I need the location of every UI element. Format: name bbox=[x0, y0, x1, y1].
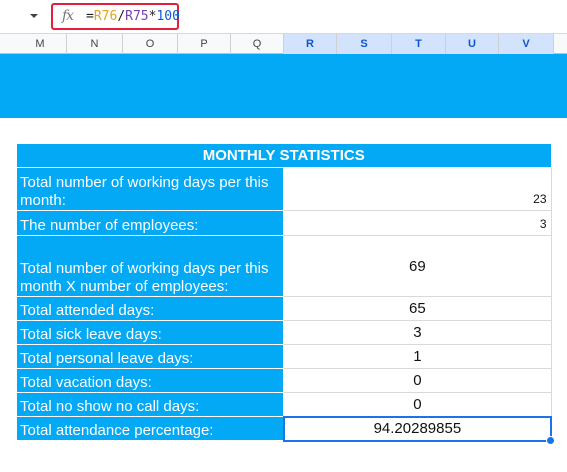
column-header-q[interactable]: Q bbox=[231, 34, 284, 54]
formula-input[interactable]: fx =R76/R75*100 bbox=[51, 3, 180, 30]
row-label-no-show[interactable]: Total no show no call days: bbox=[15, 392, 285, 417]
formula-number: 100 bbox=[156, 9, 180, 24]
formula-ref-r75: R75 bbox=[125, 9, 149, 24]
row-value-employees[interactable]: 3 bbox=[283, 210, 552, 236]
fill-handle[interactable] bbox=[546, 435, 555, 445]
column-header-o[interactable]: O bbox=[123, 34, 178, 54]
row-value-personal-leave[interactable]: 1 bbox=[283, 344, 552, 369]
header-banner[interactable] bbox=[0, 54, 567, 118]
row-value-attended-days[interactable]: 65 bbox=[283, 296, 552, 321]
row-label-vacation[interactable]: Total vacation days: bbox=[15, 368, 285, 393]
row-value-no-show[interactable]: 0 bbox=[283, 392, 552, 417]
column-header-t[interactable]: T bbox=[392, 34, 446, 54]
formula-ref-r76: R76 bbox=[93, 9, 118, 24]
table-title[interactable]: MONTHLY STATISTICS bbox=[16, 143, 552, 168]
column-header-s[interactable]: S bbox=[337, 34, 392, 54]
row-label-working-days[interactable]: Total number of working days per this mo… bbox=[15, 167, 285, 211]
row-label-total-days-x-employees[interactable]: Total number of working days per this mo… bbox=[15, 235, 285, 297]
monthly-statistics-table: MONTHLY STATISTICS Total number of worki… bbox=[15, 143, 555, 445]
selected-cell-attendance-percentage[interactable]: 94.20289855 bbox=[282, 415, 555, 445]
row-value-working-days[interactable]: 23 bbox=[283, 167, 552, 211]
attendance-percentage-value: 94.20289855 bbox=[373, 419, 462, 437]
column-header-m[interactable]: M bbox=[14, 34, 67, 54]
formula-div: / bbox=[117, 9, 126, 24]
formula-bar: fx =R76/R75*100 bbox=[0, 0, 567, 33]
column-header-v[interactable]: V bbox=[499, 34, 554, 54]
column-header-u[interactable]: U bbox=[446, 34, 499, 54]
column-headers: M N O P Q R S T U V bbox=[0, 33, 567, 54]
column-header-p[interactable]: P bbox=[178, 34, 231, 54]
row-label-attended-days[interactable]: Total attended days: bbox=[15, 296, 285, 321]
chevron-down-icon[interactable] bbox=[28, 9, 40, 23]
row-label-attendance-percentage[interactable]: Total attendance percentage: bbox=[15, 416, 285, 441]
row-label-sick-leave[interactable]: Total sick leave days: bbox=[15, 320, 285, 345]
row-value-sick-leave[interactable]: 3 bbox=[283, 320, 552, 345]
row-value-vacation[interactable]: 0 bbox=[283, 368, 552, 393]
fx-icon: fx bbox=[62, 8, 74, 24]
column-header-n[interactable]: N bbox=[67, 34, 123, 54]
column-header-r[interactable]: R bbox=[284, 34, 337, 54]
row-label-employees[interactable]: The number of employees: bbox=[15, 210, 285, 236]
row-value-total-days-x-employees[interactable]: 69 bbox=[283, 235, 552, 297]
row-label-personal-leave[interactable]: Total personal leave days: bbox=[15, 344, 285, 369]
formula-eq: = bbox=[86, 9, 94, 24]
formula-text[interactable]: =R76/R75*100 bbox=[86, 9, 180, 24]
